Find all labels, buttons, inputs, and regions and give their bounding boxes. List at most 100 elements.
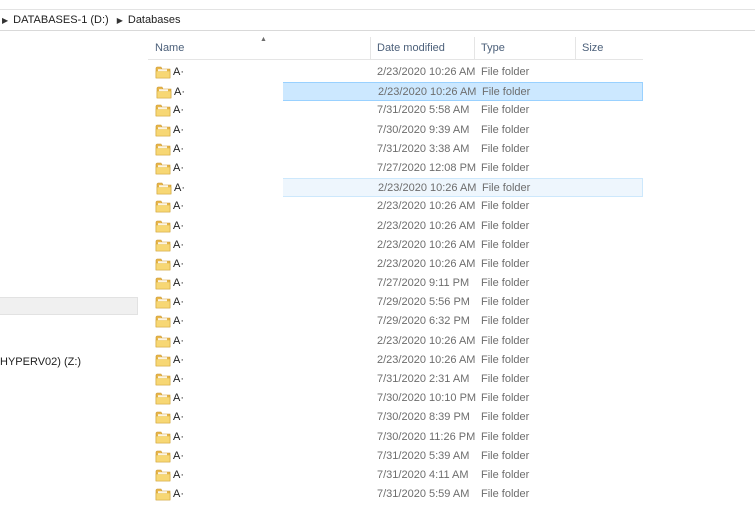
- file-name: A·: [173, 66, 184, 78]
- folder-icon: [155, 142, 171, 156]
- folder-icon: [155, 430, 171, 444]
- file-row[interactable]: A· 7/31/2020 5:58 AM File folder: [148, 101, 643, 120]
- file-name: A·: [173, 200, 184, 213]
- folder-icon: [155, 276, 171, 290]
- column-header-size[interactable]: Size: [582, 42, 603, 54]
- file-date-modified: 7/30/2020 9:39 AM: [377, 123, 470, 136]
- folder-icon: [155, 123, 171, 137]
- file-date-modified: 2/23/2020 10:26 AM: [377, 353, 476, 366]
- file-date-modified: 2/23/2020 10:26 AM: [377, 238, 476, 251]
- file-row[interactable]: A· 7/31/2020 2:31 AM File folder: [148, 370, 643, 389]
- folder-icon: [155, 65, 171, 79]
- folder-icon: [155, 161, 171, 175]
- folder-icon: [155, 257, 171, 271]
- file-type: File folder: [481, 66, 530, 78]
- file-row[interactable]: A· 2/23/2020 10:26 AM File folder: [148, 197, 643, 216]
- file-date-modified: 7/30/2020 8:39 PM: [377, 411, 470, 424]
- file-date-modified: 2/23/2020 10:26 AM: [377, 66, 476, 78]
- chevron-right-icon[interactable]: ▶: [117, 16, 123, 25]
- file-row[interactable]: A· 2/23/2020 10:26 AM File folder: [148, 255, 643, 274]
- file-row[interactable]: A· 2/23/2020 10:26 AM File folder: [148, 63, 643, 82]
- file-date-modified: 2/23/2020 10:26 AM: [377, 219, 476, 232]
- file-row[interactable]: A· 7/31/2020 5:59 AM File folder: [148, 485, 643, 504]
- file-date-modified: 2/23/2020 10:26 AM: [377, 334, 476, 347]
- file-type: File folder: [481, 257, 530, 270]
- file-name: A·: [173, 277, 184, 290]
- file-row[interactable]: A· 7/30/2020 9:39 AM File folder: [148, 121, 643, 140]
- folder-icon: [155, 372, 171, 386]
- file-type: File folder: [481, 142, 530, 155]
- folder-icon: [155, 410, 171, 424]
- column-header-name[interactable]: Name: [155, 42, 184, 54]
- file-name: A·: [173, 353, 184, 366]
- file-row[interactable]: A· 7/29/2020 5:56 PM File folder: [148, 293, 643, 312]
- file-name: A·: [173, 449, 184, 462]
- file-row[interactable]: A· 7/27/2020 12:08 PM File folder: [148, 159, 643, 178]
- column-divider[interactable]: [370, 37, 371, 59]
- column-header-date-modified[interactable]: Date modified: [377, 42, 445, 54]
- file-type: File folder: [481, 200, 530, 213]
- folder-icon: [155, 353, 171, 367]
- column-header-type[interactable]: Type: [481, 42, 505, 54]
- column-divider[interactable]: [575, 37, 576, 59]
- file-row[interactable]: A· 7/31/2020 5:39 AM File folder: [148, 447, 643, 466]
- file-row[interactable]: A· 7/30/2020 8:39 PM File folder: [148, 408, 643, 427]
- file-type: File folder: [481, 104, 530, 117]
- file-type: File folder: [481, 411, 530, 424]
- file-row[interactable]: A· 7/30/2020 10:10 PM File folder: [148, 389, 643, 408]
- file-row[interactable]: A· 7/29/2020 6:32 PM File folder: [148, 312, 643, 331]
- file-type: File folder: [482, 86, 531, 99]
- file-type: File folder: [481, 238, 530, 251]
- file-name: A·: [173, 219, 184, 232]
- chevron-right-icon[interactable]: ▶: [2, 16, 8, 25]
- file-type: File folder: [482, 182, 531, 195]
- file-date-modified: 7/31/2020 2:31 AM: [377, 373, 470, 385]
- file-name: A·: [173, 238, 184, 251]
- nav-pane-selected-item[interactable]: [0, 297, 138, 315]
- folder-icon: [155, 449, 171, 463]
- file-row[interactable]: A· 7/31/2020 3:38 AM File folder: [148, 140, 643, 159]
- file-type: File folder: [481, 449, 530, 462]
- file-date-modified: 7/31/2020 5:58 AM: [377, 104, 470, 117]
- file-type: File folder: [481, 488, 530, 501]
- file-name: A·: [173, 142, 184, 155]
- file-row[interactable]: A· 7/30/2020 11:26 PM File folder: [148, 428, 643, 447]
- nav-item-network-drive[interactable]: HYPERV02) (Z:): [0, 356, 81, 368]
- folder-icon: [155, 103, 171, 117]
- breadcrumb-folder[interactable]: Databases: [128, 14, 181, 26]
- file-type: File folder: [481, 277, 530, 290]
- ribbon-edge: [0, 0, 755, 10]
- folder-icon: [155, 295, 171, 309]
- folder-icon: [155, 487, 171, 501]
- file-name: A·: [173, 104, 184, 117]
- file-row[interactable]: A· 2/23/2020 10:26 AM File folder: [148, 217, 643, 236]
- folder-icon: [156, 181, 172, 195]
- file-date-modified: 7/29/2020 5:56 PM: [377, 296, 470, 309]
- file-type: File folder: [481, 468, 530, 481]
- address-bar[interactable]: ▶ DATABASES-1 (D:) ▶ Databases: [0, 10, 755, 31]
- file-name: A·: [173, 430, 184, 443]
- folder-icon: [155, 238, 171, 252]
- file-row[interactable]: A· 2/23/2020 10:26 AM File folder: [148, 82, 643, 102]
- file-name: A·: [173, 392, 184, 405]
- file-date-modified: 7/29/2020 6:32 PM: [377, 315, 470, 328]
- file-name: A·: [173, 123, 184, 136]
- file-name: A·: [173, 315, 184, 328]
- folder-icon: [155, 468, 171, 482]
- file-date-modified: 7/30/2020 10:10 PM: [377, 392, 477, 405]
- column-divider[interactable]: [474, 37, 475, 59]
- file-row[interactable]: A· 7/31/2020 4:11 AM File folder: [148, 466, 643, 485]
- file-row[interactable]: A· 2/23/2020 10:26 AM File folder: [148, 332, 643, 351]
- folder-icon: [155, 391, 171, 405]
- breadcrumb-drive[interactable]: DATABASES-1 (D:): [13, 14, 109, 26]
- file-type: File folder: [481, 392, 530, 405]
- file-row[interactable]: A· 7/27/2020 9:11 PM File folder: [148, 274, 643, 293]
- file-name: A·: [173, 373, 184, 385]
- file-date-modified: 7/30/2020 11:26 PM: [377, 430, 476, 443]
- file-row[interactable]: A· 2/23/2020 10:26 AM File folder: [148, 236, 643, 255]
- file-row[interactable]: A· 2/23/2020 10:26 AM File folder: [148, 351, 643, 370]
- folder-icon: [155, 219, 171, 233]
- file-row[interactable]: A· 2/23/2020 10:26 AM File folder: [148, 178, 643, 198]
- file-date-modified: 7/31/2020 4:11 AM: [377, 468, 469, 481]
- file-type: File folder: [481, 373, 530, 385]
